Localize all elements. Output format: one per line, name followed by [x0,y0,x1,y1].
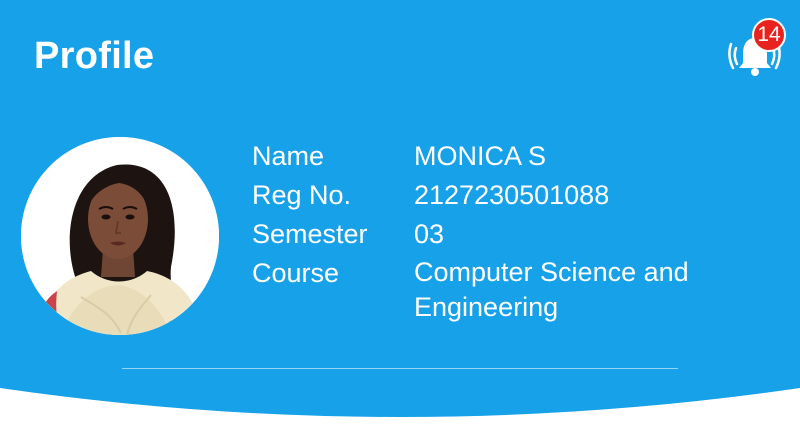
notifications-button[interactable]: 14 [722,18,788,78]
field-value: MONICA S [414,141,547,171]
app-header: Profile 14 [0,0,800,110]
field-value: 2127230501088 [414,180,610,210]
field-value: 03 [414,219,445,249]
avatar [21,137,219,335]
field-label: Course [252,258,340,288]
divider [122,368,678,369]
notification-count-badge: 14 [752,18,786,52]
page-title: Profile [34,35,155,77]
field-label: Semester [252,219,368,249]
bottom-curve [0,388,800,444]
field-value: Computer Science and Engineering [414,257,689,322]
profile-photo [21,137,219,335]
field-label: Reg No. [252,180,352,210]
field-label: Name [252,141,325,171]
